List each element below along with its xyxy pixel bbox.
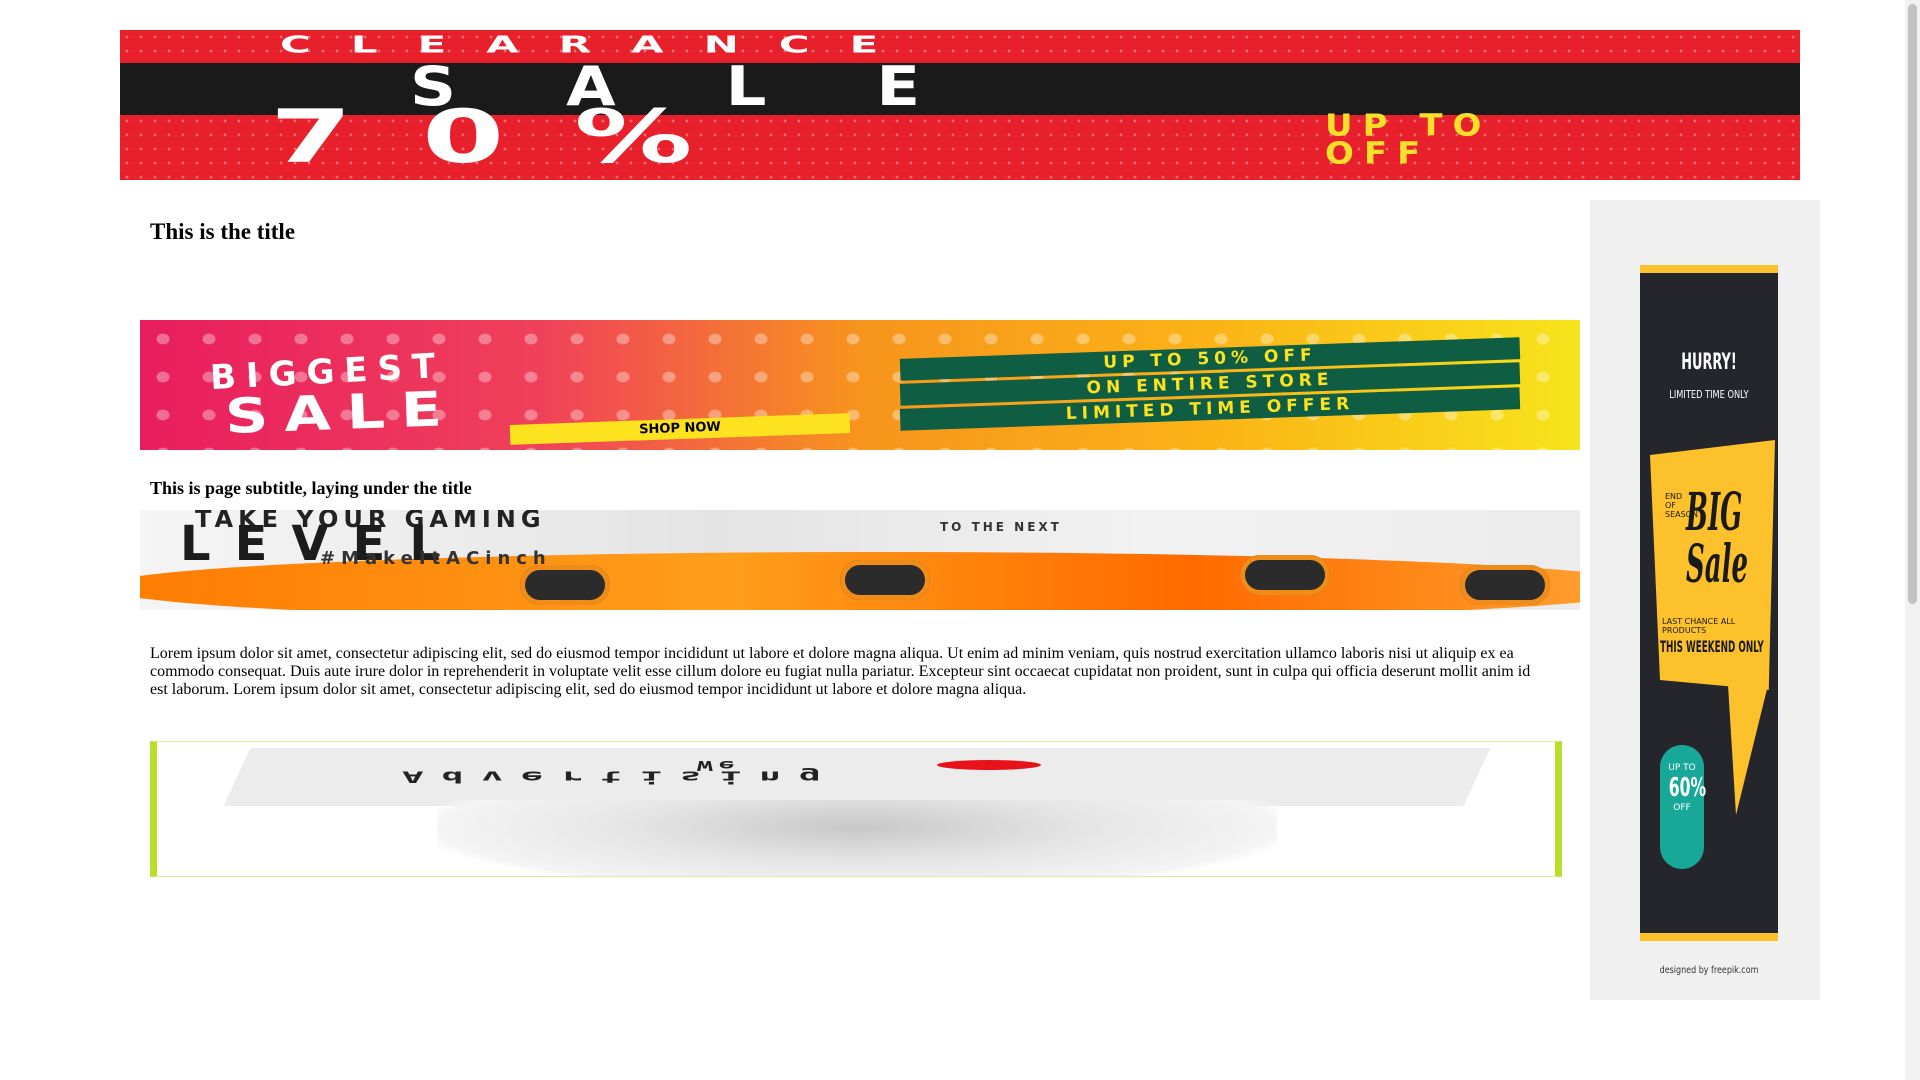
ad-bottom-stripe [1640, 933, 1778, 941]
ad-hurry-text: HURRY! [1681, 350, 1737, 375]
ad-top-stripe [1640, 265, 1778, 273]
gamepad-icon [1460, 565, 1550, 605]
ad-discount-badge: UP TO 60% OFF [1660, 745, 1707, 869]
figure-illustration [437, 800, 1277, 876]
banner-sale-text: SALE [224, 380, 459, 446]
scrollbar-thumb[interactable] [1908, 4, 1917, 604]
ad-limited-text: LIMITED TIME ONLY [1669, 388, 1749, 401]
gamepad-icon [1240, 555, 1330, 595]
page-subtitle: This is page subtitle, laying under the … [150, 478, 472, 498]
biggest-sale-banner[interactable]: BIGGEST SALE SHOP NOW UP TO 50% OFF ON E… [140, 320, 1580, 450]
banner-clearance-text: CLEARANCE [280, 30, 919, 58]
banner-next-text: TO THE NEXT [940, 520, 1062, 534]
body-paragraph: Lorem ipsum dolor sit amet, consectetur … [150, 645, 1531, 698]
gamepad-icon [840, 560, 930, 600]
badge-percent: 60% [1668, 773, 1707, 803]
sidebar: HURRY! LIMITED TIME ONLY END OF SEASON B… [1590, 200, 1820, 1000]
page-scrollbar[interactable] [1905, 0, 1920, 1080]
sidebar-big-sale-ad[interactable]: HURRY! LIMITED TIME ONLY END OF SEASON B… [1640, 265, 1778, 941]
ad-weekend-text: THIS WEEKEND ONLY [1660, 637, 1764, 656]
banner-hashtag-text: #MakeItACinch [320, 548, 552, 569]
gamepad-icon [520, 565, 610, 605]
badge-upto: UP TO [1668, 763, 1696, 773]
advertising-banner[interactable]: We Advertising [150, 741, 1562, 877]
ad-big-sale-text: BIG Sale [1686, 482, 1749, 595]
ad-last-chance-text: LAST CHANCE ALL PRODUCTS [1662, 617, 1736, 635]
gaming-banner[interactable]: TAKE YOUR GAMING LEVEL TO THE NEXT #Make… [140, 510, 1580, 610]
heart-icon [937, 760, 1041, 770]
designed-by-credit: designed by freepik.com [1659, 965, 1759, 976]
ad-flag-tail [1728, 685, 1768, 815]
banner-upto-text: UP TO OFF [1325, 110, 1491, 168]
banner-advertising-text: Advertising [402, 767, 839, 786]
page-title: This is the title [150, 219, 296, 244]
banner-off-line: OFF [1325, 135, 1431, 172]
badge-off: OFF [1673, 803, 1691, 813]
banner-percent-text: 70% [270, 93, 763, 180]
clearance-sale-banner[interactable]: CLEARANCE SALE 70% UP TO OFF [120, 30, 1800, 180]
